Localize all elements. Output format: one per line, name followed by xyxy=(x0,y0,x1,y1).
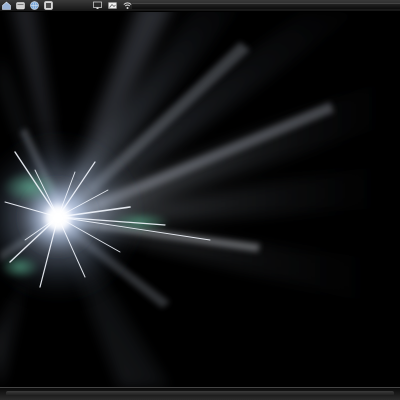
launcher-group xyxy=(2,1,53,10)
top-panel xyxy=(0,0,400,12)
file-manager-icon[interactable] xyxy=(16,1,25,10)
wifi-icon[interactable] xyxy=(123,1,132,10)
desktop-wallpaper[interactable] xyxy=(0,12,400,388)
panel-window-list[interactable] xyxy=(132,3,400,9)
display-settings-icon[interactable] xyxy=(108,1,117,10)
bottom-panel xyxy=(0,387,400,400)
system-tray xyxy=(93,1,132,10)
system-tools-icon[interactable] xyxy=(44,1,53,10)
globe-icon[interactable] xyxy=(30,1,39,10)
monitor-icon[interactable] xyxy=(93,1,102,10)
home-folder-icon[interactable] xyxy=(2,1,11,10)
taskbar[interactable] xyxy=(6,391,394,396)
light-burst-artwork xyxy=(0,12,400,388)
